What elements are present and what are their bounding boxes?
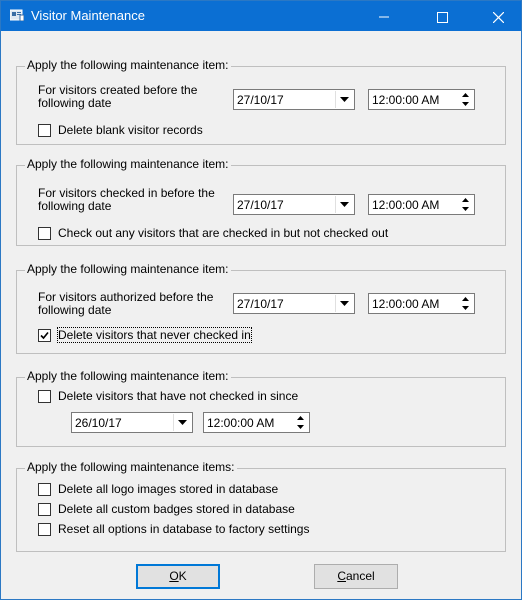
group-legend: Apply the following maintenance item: xyxy=(25,369,232,383)
time-spinner[interactable] xyxy=(293,414,308,431)
checkbox-box[interactable] xyxy=(38,227,51,240)
time-picker[interactable]: 12:00:00 AM xyxy=(368,293,475,314)
date-picker[interactable]: 26/10/17 xyxy=(71,412,193,433)
checkbox-box[interactable] xyxy=(38,390,51,403)
minimize-icon xyxy=(379,8,389,24)
group-legend: Apply the following maintenance item: xyxy=(25,262,232,276)
ok-accelerator: O xyxy=(169,569,179,583)
arrow-up-icon xyxy=(462,93,469,97)
date-value: 27/10/17 xyxy=(237,198,284,212)
spin-up-button[interactable] xyxy=(458,196,473,204)
group-legend: Apply the following maintenance item: xyxy=(25,58,232,72)
checkbox-box[interactable] xyxy=(38,503,51,516)
date-picker[interactable]: 27/10/17 xyxy=(233,194,355,215)
checkbox-label: Delete visitors that never checked in xyxy=(57,327,252,343)
group-description: For visitors created before the followin… xyxy=(38,83,198,110)
maintenance-group-authorized: Apply the following maintenance item: Fo… xyxy=(16,262,506,354)
app-icon xyxy=(9,9,25,22)
dropdown-button[interactable] xyxy=(335,91,353,108)
spin-up-button[interactable] xyxy=(458,295,473,303)
group-legend: Apply the following maintenance item: xyxy=(25,157,232,171)
checkbox-box[interactable] xyxy=(38,483,51,496)
close-button[interactable] xyxy=(475,1,521,31)
dropdown-button[interactable] xyxy=(335,196,353,213)
spin-down-button[interactable] xyxy=(458,100,473,108)
maintenance-group-checked-in: Apply the following maintenance item: Fo… xyxy=(16,157,506,246)
checkbox-box[interactable] xyxy=(38,523,51,536)
cancel-label-rest: ancel xyxy=(345,569,375,583)
spin-down-button[interactable] xyxy=(293,423,308,431)
visitor-maintenance-window: Visitor Maintenance Apply the following … xyxy=(0,0,522,600)
spin-up-button[interactable] xyxy=(458,91,473,99)
date-value: 27/10/17 xyxy=(237,93,284,107)
time-picker[interactable]: 12:00:00 AM xyxy=(368,194,475,215)
arrow-down-icon xyxy=(462,207,469,211)
cancel-accelerator: C xyxy=(337,569,346,583)
checkbox-box[interactable] xyxy=(38,329,51,342)
date-value: 27/10/17 xyxy=(237,297,284,311)
chevron-down-icon xyxy=(340,202,349,207)
close-icon xyxy=(492,8,504,24)
maximize-button[interactable] xyxy=(419,1,465,31)
arrow-down-icon xyxy=(462,306,469,310)
dropdown-button[interactable] xyxy=(173,414,191,431)
checkmark-icon xyxy=(40,331,49,340)
checkbox-label: Delete all custom badges stored in datab… xyxy=(58,502,295,516)
time-spinner[interactable] xyxy=(458,91,473,108)
chevron-down-icon xyxy=(340,97,349,102)
checkbox-label: Delete all logo images stored in databas… xyxy=(58,482,279,496)
time-value: 12:00:00 AM xyxy=(372,93,440,107)
time-value: 12:00:00 AM xyxy=(207,416,275,430)
chevron-down-icon xyxy=(178,420,187,425)
group-description: For visitors checked in before the follo… xyxy=(38,186,215,213)
spin-down-button[interactable] xyxy=(458,205,473,213)
arrow-up-icon xyxy=(462,297,469,301)
date-value: 26/10/17 xyxy=(75,416,122,430)
time-spinner[interactable] xyxy=(458,196,473,213)
dropdown-button[interactable] xyxy=(335,295,353,312)
arrow-down-icon xyxy=(297,425,304,429)
maintenance-group-not-checked-in-since: Apply the following maintenance item: De… xyxy=(16,369,506,447)
maximize-icon xyxy=(436,8,448,24)
checkbox-label: Delete blank visitor records xyxy=(58,123,203,137)
checkbox-label: Delete visitors that have not checked in… xyxy=(58,389,299,403)
group-legend: Apply the following maintenance items: xyxy=(25,460,238,474)
date-picker[interactable]: 27/10/17 xyxy=(233,89,355,110)
ok-label-rest: K xyxy=(178,569,187,583)
time-value: 12:00:00 AM xyxy=(372,198,440,212)
minimize-button[interactable] xyxy=(361,1,407,31)
arrow-down-icon xyxy=(462,102,469,106)
maintenance-group-created: Apply the following maintenance item: Fo… xyxy=(16,58,506,145)
spin-down-button[interactable] xyxy=(458,304,473,312)
time-value: 12:00:00 AM xyxy=(372,297,440,311)
window-title: Visitor Maintenance xyxy=(31,8,145,23)
ok-button[interactable]: OK xyxy=(136,564,220,589)
time-picker[interactable]: 12:00:00 AM xyxy=(203,412,310,433)
group-description: For visitors authorized before the follo… xyxy=(38,290,214,317)
maintenance-group-database: Apply the following maintenance items: D… xyxy=(16,460,506,552)
checkbox-box[interactable] xyxy=(38,124,51,137)
chevron-down-icon xyxy=(340,301,349,306)
time-picker[interactable]: 12:00:00 AM xyxy=(368,89,475,110)
date-picker[interactable]: 27/10/17 xyxy=(233,293,355,314)
arrow-up-icon xyxy=(297,416,304,420)
arrow-up-icon xyxy=(462,198,469,202)
cancel-button[interactable]: Cancel xyxy=(314,564,398,589)
checkbox-label: Reset all options in database to factory… xyxy=(58,522,310,536)
spin-up-button[interactable] xyxy=(293,414,308,422)
title-bar[interactable]: Visitor Maintenance xyxy=(1,1,521,31)
time-spinner[interactable] xyxy=(458,295,473,312)
checkbox-label: Check out any visitors that are checked … xyxy=(58,226,389,240)
